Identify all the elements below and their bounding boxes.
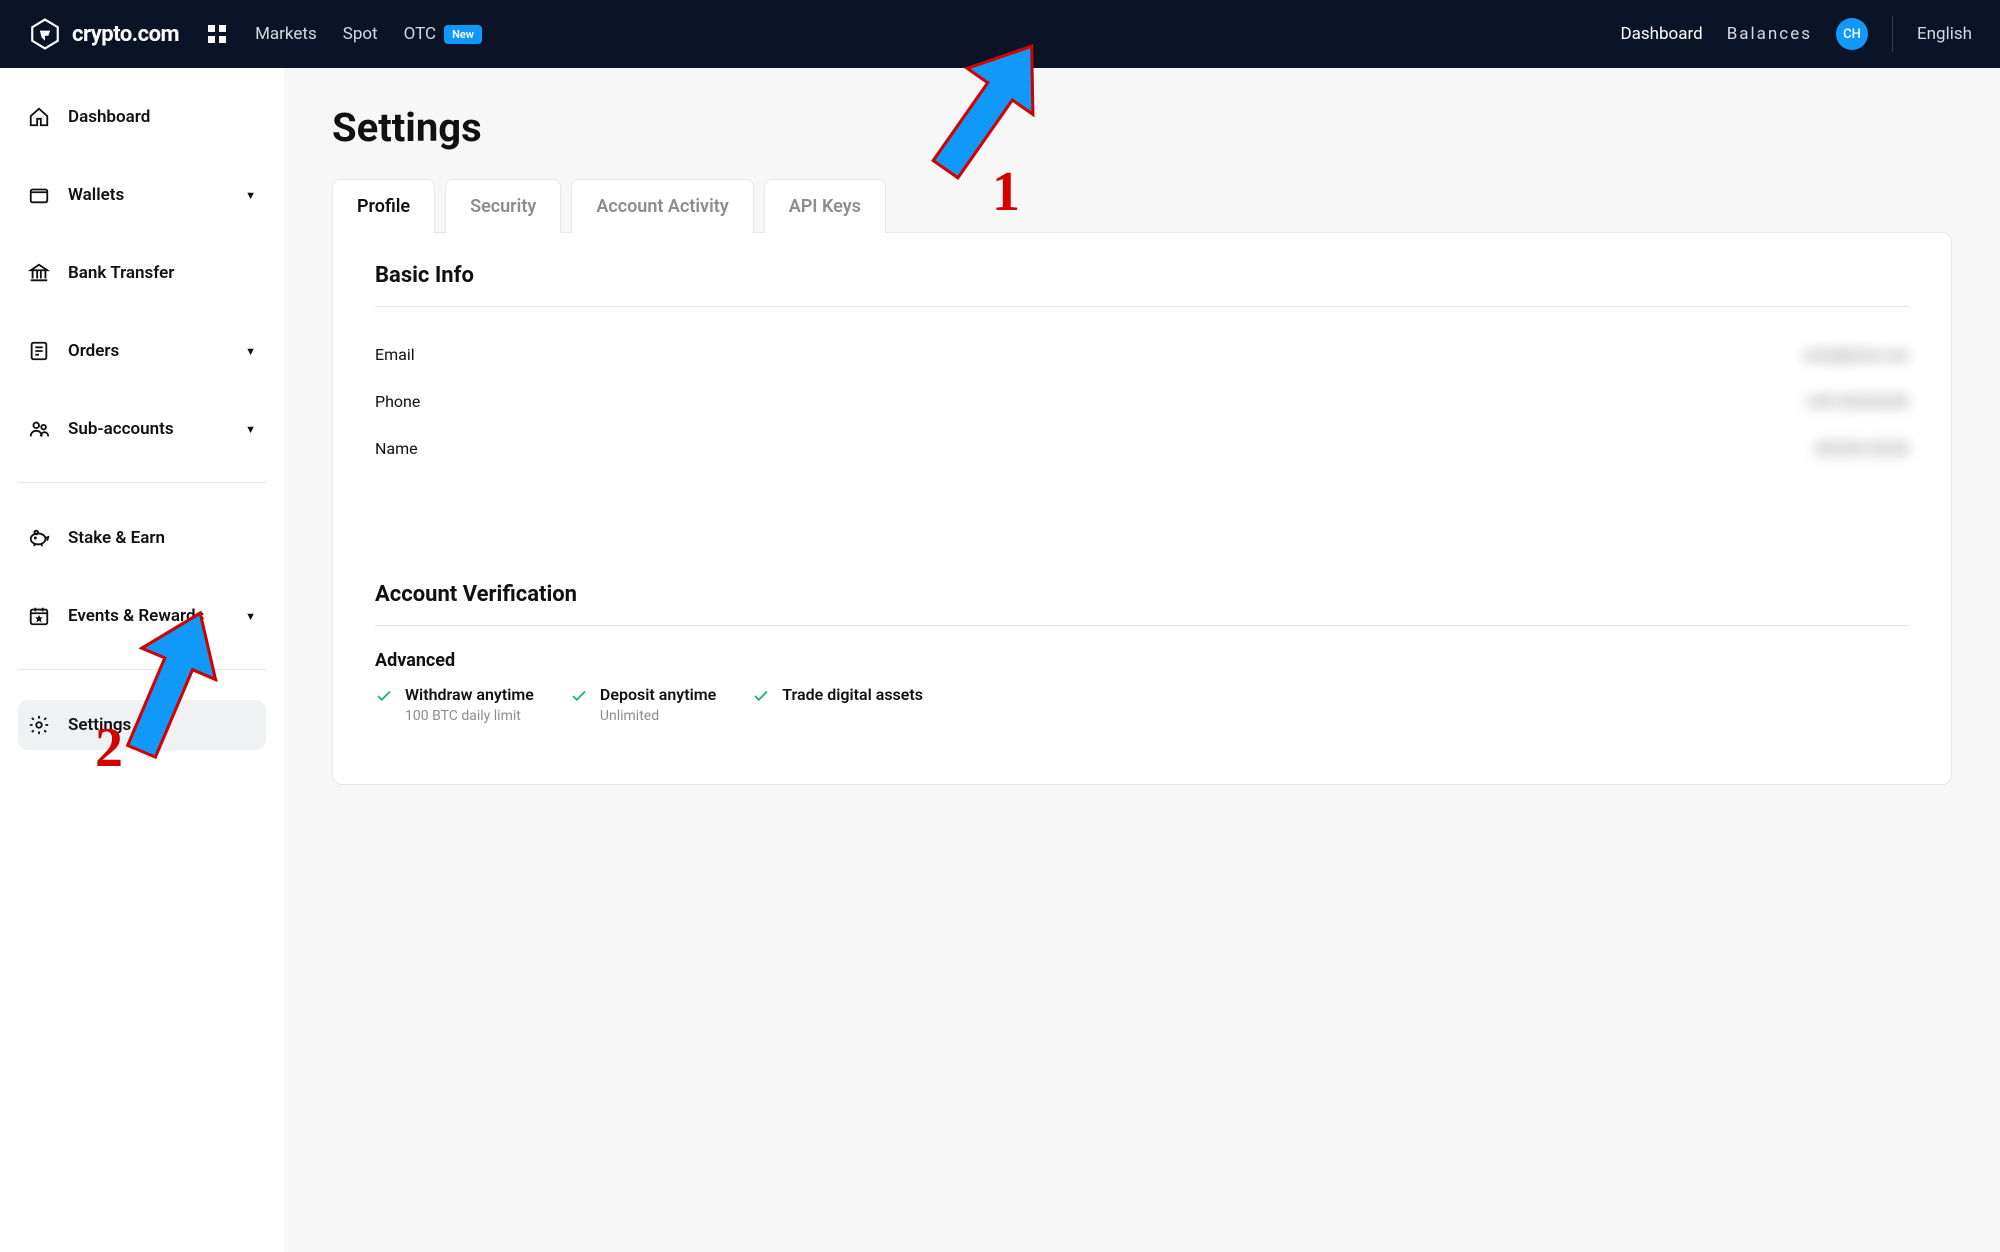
calendar-star-icon xyxy=(28,605,50,627)
settings-tabs: Profile Security Account Activity API Ke… xyxy=(332,179,1952,233)
topnav-balances[interactable]: Balances xyxy=(1727,24,1812,44)
brand-logo[interactable]: crypto.com xyxy=(28,17,179,51)
sidebar-item-stake-earn[interactable]: Stake & Earn xyxy=(18,513,266,563)
section-divider xyxy=(375,625,1909,626)
sidebar-item-sub-accounts[interactable]: Sub-accounts ▼ xyxy=(18,404,266,454)
bank-icon xyxy=(28,262,50,284)
sidebar-divider xyxy=(18,669,266,670)
wallet-icon xyxy=(28,184,50,206)
sidebar-item-settings[interactable]: Settings xyxy=(18,700,266,750)
feature-sub: 100 BTC daily limit xyxy=(405,708,534,724)
feature-title: Withdraw anytime xyxy=(405,685,534,704)
sidebar-item-label: Wallets xyxy=(68,185,124,205)
brand-name: crypto.com xyxy=(72,22,179,47)
chevron-down-icon: ▼ xyxy=(245,423,256,436)
apps-grid-icon[interactable] xyxy=(207,24,227,44)
crypto-logo-icon xyxy=(28,17,62,51)
sidebar-item-label: Settings xyxy=(68,715,131,735)
info-value-redacted: XXXXX XXXX xyxy=(1815,439,1909,458)
info-row-name: Name XXXXX XXXX xyxy=(375,425,1909,472)
tab-account-activity[interactable]: Account Activity xyxy=(571,179,753,233)
chevron-down-icon: ▼ xyxy=(245,610,256,623)
sidebar-item-events-rewards[interactable]: Events & Rewards ▼ xyxy=(18,591,266,641)
verification-features: Withdraw anytime 100 BTC daily limit Dep… xyxy=(375,685,1909,724)
verification-title: Account Verification xyxy=(375,582,1909,607)
sidebar-item-label: Orders xyxy=(68,341,119,361)
feature-title: Deposit anytime xyxy=(600,685,716,704)
sidebar-item-label: Bank Transfer xyxy=(68,263,174,283)
page-title: Settings xyxy=(332,104,1952,151)
verification-level: Advanced xyxy=(375,650,1909,671)
feature-withdraw: Withdraw anytime 100 BTC daily limit xyxy=(375,685,534,724)
check-icon xyxy=(752,687,770,705)
feature-trade: Trade digital assets xyxy=(752,685,923,724)
chevron-down-icon: ▼ xyxy=(245,345,256,358)
feature-sub: Unlimited xyxy=(600,708,716,724)
info-label: Name xyxy=(375,439,418,458)
gear-icon xyxy=(28,714,50,736)
section-divider xyxy=(375,306,1909,307)
settings-panel: Basic Info Email xxxx@xxxx.xxx Phone +XX… xyxy=(332,232,1952,785)
tab-api-keys[interactable]: API Keys xyxy=(764,179,886,233)
info-row-phone: Phone +XX XXXXXXX xyxy=(375,378,1909,425)
sidebar-item-dashboard[interactable]: Dashboard xyxy=(18,92,266,142)
check-icon xyxy=(570,687,588,705)
sidebar-item-label: Events & Rewards xyxy=(68,606,204,626)
basic-info-title: Basic Info xyxy=(375,263,1909,288)
new-badge: New xyxy=(444,25,482,44)
topnav-divider xyxy=(1892,16,1893,52)
subaccounts-icon xyxy=(28,418,50,440)
sidebar-item-label: Stake & Earn xyxy=(68,528,165,548)
info-label: Email xyxy=(375,345,415,364)
topnav-otc-label: OTC xyxy=(404,24,436,44)
sidebar: Dashboard Wallets ▼ Bank Transfer Orders… xyxy=(0,68,284,1252)
language-selector[interactable]: English xyxy=(1917,24,1972,44)
feature-deposit: Deposit anytime Unlimited xyxy=(570,685,716,724)
sidebar-item-wallets[interactable]: Wallets ▼ xyxy=(18,170,266,220)
sidebar-item-orders[interactable]: Orders ▼ xyxy=(18,326,266,376)
chevron-down-icon: ▼ xyxy=(245,189,256,202)
sidebar-item-label: Dashboard xyxy=(68,107,150,127)
info-value-redacted: xxxx@xxxx.xxx xyxy=(1803,345,1909,364)
topnav-right-group: Dashboard Balances CH English xyxy=(1620,16,1972,52)
tab-security[interactable]: Security xyxy=(445,179,561,233)
main-content: Settings Profile Security Account Activi… xyxy=(284,68,2000,1252)
orders-icon xyxy=(28,340,50,362)
topnav-markets[interactable]: Markets xyxy=(255,24,317,44)
info-label: Phone xyxy=(375,392,420,411)
sidebar-item-bank-transfer[interactable]: Bank Transfer xyxy=(18,248,266,298)
sidebar-divider xyxy=(18,482,266,483)
check-icon xyxy=(375,687,393,705)
piggy-icon xyxy=(28,527,50,549)
topnav-dashboard[interactable]: Dashboard xyxy=(1620,24,1702,44)
avatar[interactable]: CH xyxy=(1836,18,1868,50)
info-row-email: Email xxxx@xxxx.xxx xyxy=(375,331,1909,378)
feature-title: Trade digital assets xyxy=(782,685,923,704)
top-navigation: crypto.com Markets Spot OTC New Dashboar… xyxy=(0,0,2000,68)
home-icon xyxy=(28,106,50,128)
sidebar-item-label: Sub-accounts xyxy=(68,419,174,439)
tab-profile[interactable]: Profile xyxy=(332,179,435,233)
info-value-redacted: +XX XXXXXXX xyxy=(1806,392,1909,411)
topnav-spot[interactable]: Spot xyxy=(343,24,378,44)
topnav-left-group: Markets Spot OTC New xyxy=(255,24,482,44)
topnav-otc[interactable]: OTC New xyxy=(404,24,482,44)
